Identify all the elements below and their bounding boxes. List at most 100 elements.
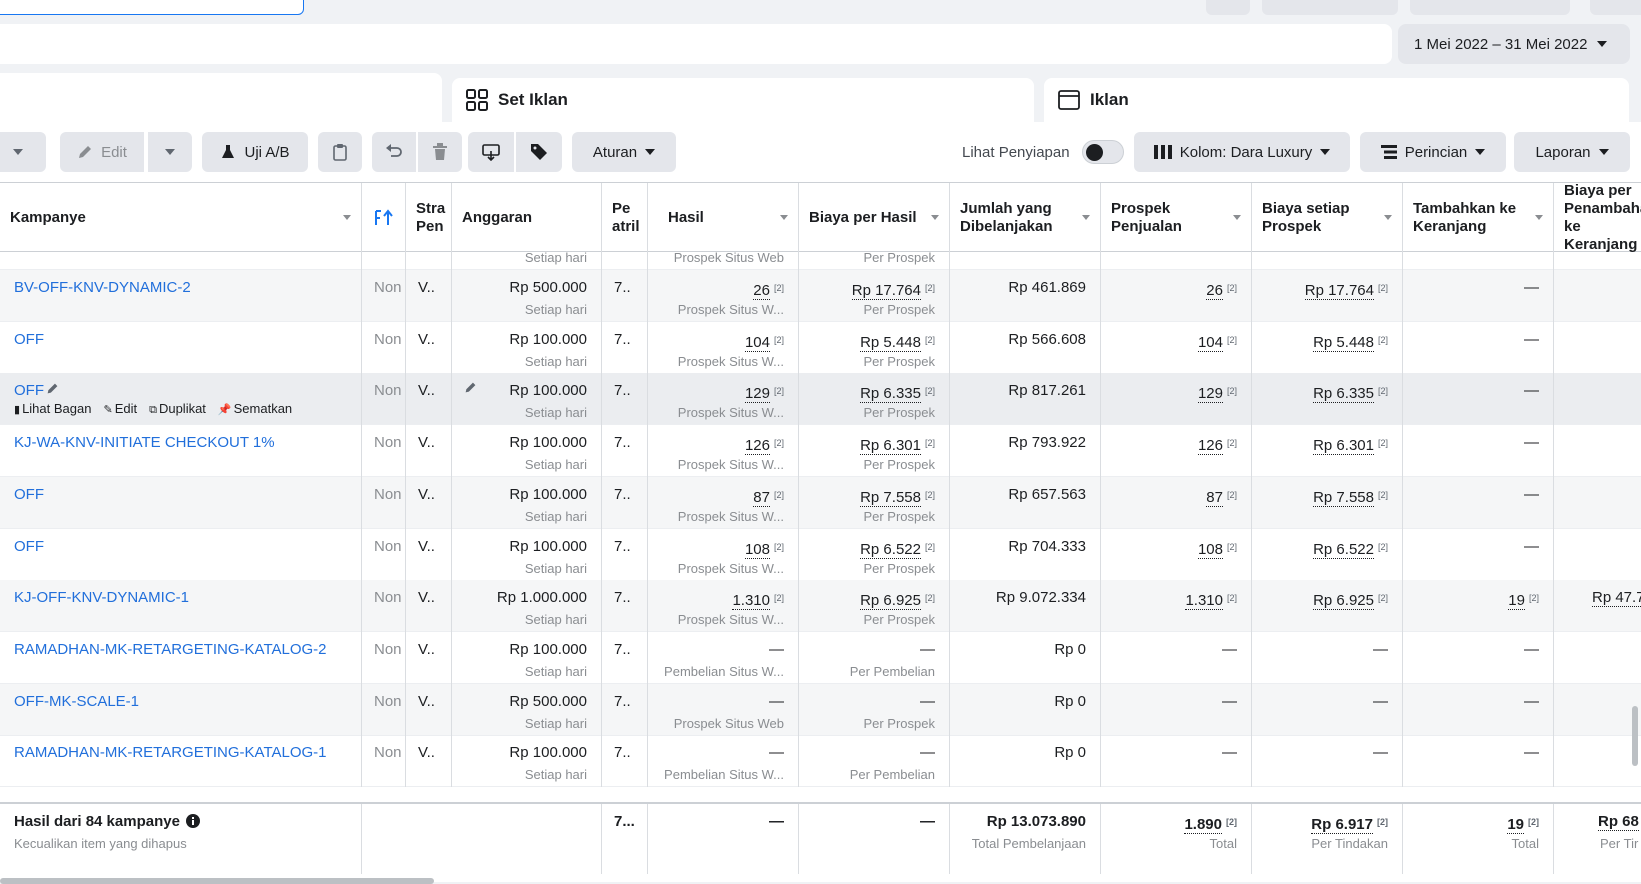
footer-leads-value[interactable]: 1.890	[1184, 816, 1222, 834]
cost-per-lead-value-value[interactable]: Rp 6.925	[1313, 592, 1374, 611]
edit-dropdown-button[interactable]	[148, 132, 192, 172]
table-row[interactable]: OFF ▮ Lihat Bagan ✎ Edit ⧉ Duplikat 📌 Sematkan No…	[0, 373, 1641, 426]
cost-per-add-to-cart-text[interactable]: Rp 47.7	[1592, 589, 1641, 608]
cost-per-result-value-value[interactable]: Rp 5.448	[860, 333, 921, 352]
delivery-status: Non	[374, 330, 402, 348]
results-value-value[interactable]: 108	[744, 540, 770, 559]
leads-value-value[interactable]: 26	[1206, 282, 1223, 300]
date-range-picker[interactable]: 1 Mei 2022 – 31 Mei 2022	[1398, 24, 1630, 64]
pencil-icon[interactable]	[464, 381, 477, 399]
table-row[interactable]: BV-OFF-KNV-DYNAMIC-2 Non V.. Rp 500.000 Seti…	[0, 270, 1641, 322]
footer-cost-per-add-to-cart-value[interactable]: Rp 68	[1598, 813, 1639, 831]
table-cell-delivery: Non	[362, 580, 406, 633]
table-cell-name: OFF	[0, 528, 362, 581]
table-row[interactable]: OFF Non V.. Rp 100.000 Setiap hari 7.. 108 [2] P…	[0, 528, 1641, 581]
attribution-marker: [2]	[1226, 817, 1237, 827]
results-value-value[interactable]: 104	[744, 333, 770, 352]
chevron-down-icon	[1320, 149, 1331, 155]
row-action-pin[interactable]: 📌 Sematkan	[218, 401, 292, 417]
table-row[interactable]: RAMADHAN-MK-RETARGETING-KATALOG-1 Non V.. R…	[0, 735, 1641, 788]
row-action-edit[interactable]: ✎ Edit	[103, 401, 137, 417]
cost-per-result-value-value[interactable]: Rp 7.558	[860, 488, 921, 507]
campaign-name-link[interactable]: OFF	[14, 331, 44, 349]
rules-button[interactable]: Aturan	[572, 132, 676, 172]
cost-per-lead-value: Rp 6.522 [2]	[1313, 538, 1388, 559]
more-button[interactable]	[1590, 0, 1641, 15]
discard-button[interactable]	[1262, 0, 1398, 15]
leads-value-value[interactable]: 126	[1197, 437, 1223, 456]
cost-per-result-value-value[interactable]: Rp 6.301	[860, 437, 921, 456]
undo-button[interactable]	[372, 132, 416, 172]
leads-value-value[interactable]: 108	[1197, 540, 1223, 559]
campaign-name-link[interactable]: OFF	[14, 382, 44, 400]
reports-button[interactable]: Laporan	[1514, 132, 1630, 172]
cost-per-lead-value-value[interactable]: Rp 6.301	[1313, 437, 1374, 456]
footer-cost-per-lead: Rp 6.917 [2]	[1311, 813, 1388, 834]
cost-per-result-value-value[interactable]: Rp 6.925	[860, 592, 921, 611]
refresh-button[interactable]	[1206, 0, 1250, 15]
ab-test-button[interactable]: Uji A/B	[202, 132, 308, 172]
leads-value-value[interactable]: 104	[1197, 333, 1223, 352]
row-action-chart[interactable]: ▮ Lihat Bagan	[14, 401, 91, 417]
table-row[interactable]: KJ-OFF-KNV-DYNAMIC-1 Non V.. Rp 1.000.000 Se…	[0, 580, 1641, 633]
delete-button[interactable]	[418, 132, 462, 172]
campaign-name-link[interactable]: RAMADHAN-MK-RETARGETING-KATALOG-1	[14, 744, 327, 762]
table-row[interactable]: OFF-MK-SCALE-1 Non V.. Rp 500.000 Setiap har…	[0, 683, 1641, 736]
results-value-value[interactable]: 26	[753, 282, 770, 300]
tab-ad-sets[interactable]: Set Iklan	[452, 78, 1034, 122]
table-row[interactable]: RAMADHAN-MK-RETARGETING-KATALOG-2 Non V.. R…	[0, 631, 1641, 684]
add-to-cart-value-value[interactable]: 19	[1508, 592, 1525, 611]
table-cell-budget: Rp 100.000 Setiap hari	[452, 735, 602, 788]
cost-per-result-value-value[interactable]: Rp 6.522	[860, 540, 921, 559]
cost-per-lead-value-value[interactable]: Rp 7.558	[1313, 488, 1374, 507]
campaign-name-link[interactable]: BV-OFF-KNV-DYNAMIC-2	[14, 279, 191, 297]
table-cell-cpl: Rp 7.558 [2]	[1252, 476, 1403, 529]
table-row[interactable]: OFF Non V.. Rp 100.000 Setiap hari 7.. 104 [2] P…	[0, 321, 1641, 374]
table-cell-attr: 7..	[602, 425, 648, 478]
results-value-value[interactable]: 1.310	[732, 592, 770, 611]
table-row[interactable]: KJ-WA-KNV-INITIATE CHECKOUT 1% Non V.. Rp 1…	[0, 425, 1641, 478]
vertical-scrollbar[interactable]	[1632, 706, 1638, 766]
clipboard-button[interactable]	[318, 132, 362, 172]
attribution-marker: [2]	[924, 334, 935, 345]
attribution-marker: [2]	[1377, 593, 1388, 604]
campaign-name-link[interactable]: OFF-MK-SCALE-1	[14, 693, 139, 711]
cost-per-result-value-value[interactable]: Rp 17.764	[851, 282, 921, 300]
horizontal-scrollbar[interactable]	[0, 878, 434, 884]
cost-per-lead-value-value[interactable]: Rp 6.522	[1313, 540, 1374, 559]
footer-add-to-cart-value[interactable]: 19	[1507, 816, 1524, 834]
cost-per-lead-value-value[interactable]: Rp 5.448	[1313, 333, 1374, 352]
cost-per-result-value-value[interactable]: Rp 6.335	[860, 385, 921, 404]
table-cell-atc: —	[1403, 321, 1554, 374]
campaign-name-link[interactable]: OFF	[14, 486, 44, 504]
leads-value-value[interactable]: 1.310	[1185, 592, 1223, 611]
footer-cost-per-lead-value[interactable]: Rp 6.917	[1311, 816, 1373, 834]
campaign-name-link[interactable]: OFF	[14, 538, 44, 556]
preview-setup-toggle[interactable]	[1082, 140, 1124, 164]
campaign-name-link[interactable]: KJ-OFF-KNV-DYNAMIC-1	[14, 589, 189, 607]
cost-per-lead-value-value[interactable]: Rp 6.335	[1313, 385, 1374, 404]
campaign-name-link[interactable]: KJ-WA-KNV-INITIATE CHECKOUT 1%	[14, 434, 275, 452]
leads-value-value[interactable]: 129	[1197, 385, 1223, 404]
publish-button[interactable]	[1410, 0, 1570, 15]
results-value-value[interactable]: 87	[753, 488, 770, 507]
results-value-value[interactable]: 126	[744, 437, 770, 456]
row-action-duplicate[interactable]: ⧉ Duplikat	[149, 401, 206, 417]
export-button[interactable]	[468, 132, 514, 172]
tag-button[interactable]	[516, 132, 562, 172]
search-filter-input[interactable]	[0, 0, 304, 15]
breakdown-button[interactable]: Perincian	[1360, 132, 1506, 172]
table-cell-name: RAMADHAN-MK-RETARGETING-KATALOG-2	[0, 631, 362, 684]
results-value-value[interactable]: 129	[744, 385, 770, 404]
table-cell-cpr: — Per Pembelian	[799, 735, 950, 788]
edit-button[interactable]: Edit	[60, 132, 144, 172]
leads-value-value[interactable]: 87	[1206, 488, 1223, 507]
campaign-name-link[interactable]: RAMADHAN-MK-RETARGETING-KATALOG-2	[14, 641, 327, 659]
tab-ads[interactable]: Iklan	[1044, 78, 1629, 122]
create-dropdown-button[interactable]	[0, 132, 46, 172]
table-row[interactable]: OFF Non V.. Rp 100.000 Setiap hari 7.. 87 [2] Pr…	[0, 476, 1641, 529]
info-icon[interactable]	[180, 813, 200, 830]
pencil-icon[interactable]	[46, 382, 59, 400]
columns-button[interactable]: Kolom: Dara Luxury	[1134, 132, 1350, 172]
cost-per-lead-value-value[interactable]: Rp 17.764	[1304, 282, 1374, 300]
